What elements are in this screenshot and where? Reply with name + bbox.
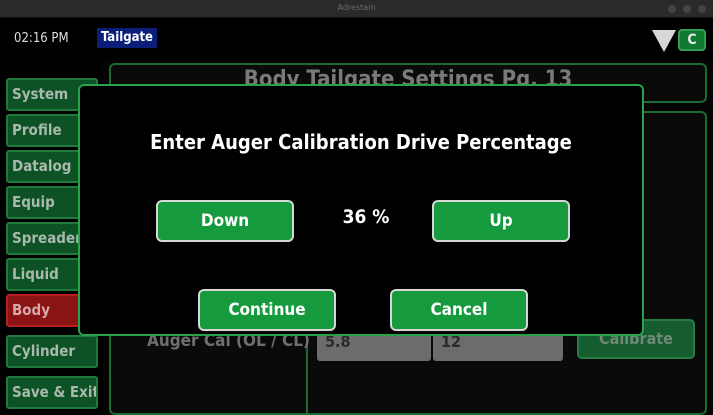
sidebar-item-cylinder[interactable]: Cylinder bbox=[6, 335, 98, 368]
connection-badge[interactable]: C bbox=[678, 29, 706, 51]
close-icon[interactable] bbox=[698, 5, 706, 13]
minimize-icon[interactable] bbox=[668, 5, 676, 13]
drive-percentage-value: 36 % bbox=[342, 206, 390, 228]
maximize-icon[interactable] bbox=[683, 5, 691, 13]
signal-strength-icon bbox=[652, 30, 676, 52]
continue-button[interactable]: Continue bbox=[198, 289, 336, 331]
window-title: Adrestain bbox=[337, 3, 376, 12]
status-bar: 02:16 PM Tailgate C bbox=[0, 18, 713, 59]
cancel-button[interactable]: Cancel bbox=[390, 289, 528, 331]
dialog-title: Enter Auger Calibration Drive Percentage bbox=[150, 130, 572, 154]
clock: 02:16 PM bbox=[14, 31, 69, 46]
sidebar-item-save-exit[interactable]: Save & Exit bbox=[6, 376, 98, 409]
up-button[interactable]: Up bbox=[432, 200, 570, 242]
breadcrumb: Tailgate bbox=[97, 28, 157, 48]
down-button[interactable]: Down bbox=[156, 200, 294, 242]
window-titlebar: Adrestain bbox=[0, 0, 713, 18]
calibration-dialog: Enter Auger Calibration Drive Percentage… bbox=[78, 84, 644, 336]
